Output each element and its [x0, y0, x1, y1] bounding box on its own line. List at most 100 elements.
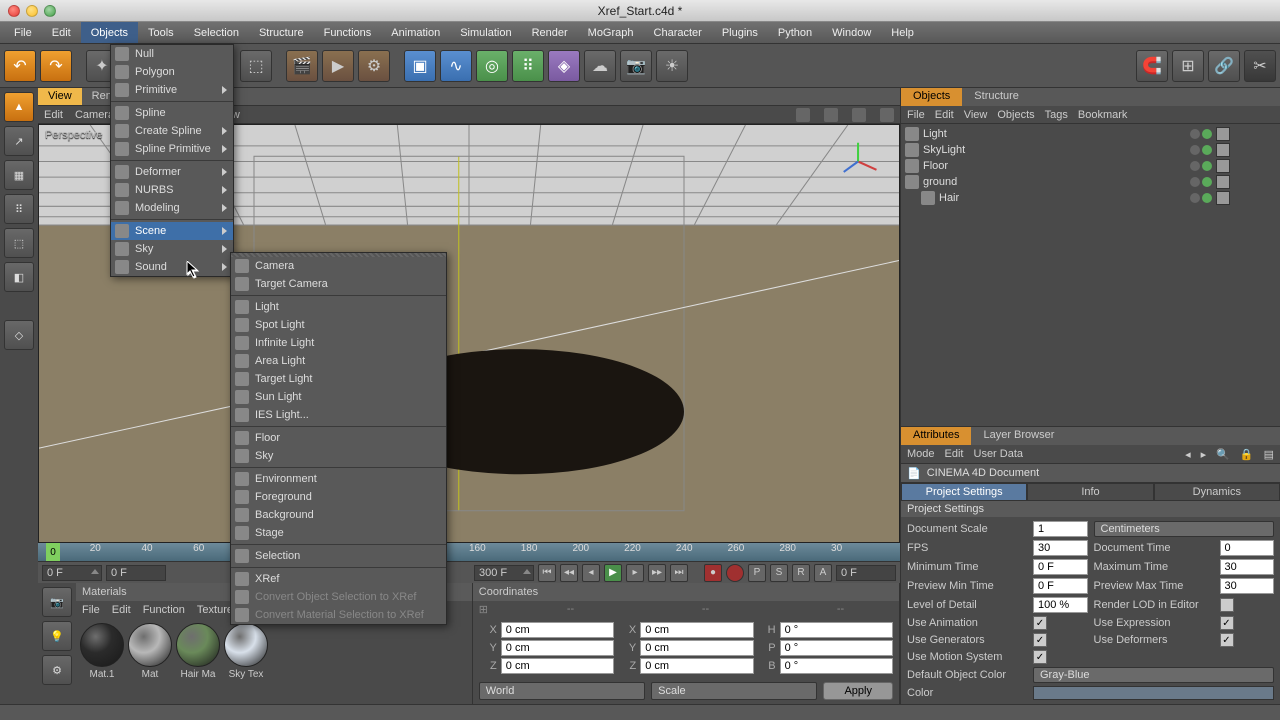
menu-item-nurbs[interactable]: NURBS [111, 181, 233, 199]
menu-window[interactable]: Window [822, 22, 881, 43]
coord-input[interactable]: 0 cm [501, 640, 614, 656]
key-rot-button[interactable]: R [792, 564, 810, 582]
key-param-button[interactable]: A [814, 564, 832, 582]
menu-python[interactable]: Python [768, 22, 822, 43]
timeline-playhead[interactable]: 0 [46, 543, 60, 561]
coords-scale-select[interactable]: Scale [651, 682, 817, 700]
menu-item-deformer[interactable]: Deformer [111, 163, 233, 181]
min-time-input[interactable]: 0 F [1033, 559, 1088, 575]
object-axis-mode-button[interactable]: ↗ [4, 126, 34, 156]
menu-animation[interactable]: Animation [381, 22, 450, 43]
add-spline-button[interactable]: ∿ [440, 50, 472, 82]
add-deformer-button[interactable]: ◈ [548, 50, 580, 82]
info-subtab[interactable]: Info [1027, 483, 1153, 501]
close-window-button[interactable] [8, 5, 20, 17]
use-anim-checkbox[interactable]: ✓ [1033, 616, 1047, 630]
add-camera-button[interactable]: 📷 [620, 50, 652, 82]
menu-item-sound[interactable]: Sound [111, 258, 233, 276]
edge-mode-button[interactable]: ⬚ [4, 228, 34, 258]
coord-input[interactable]: 0 ° [780, 640, 893, 656]
menu-item-ies-light-[interactable]: IES Light... [231, 406, 446, 424]
object-row[interactable]: Floor [905, 158, 1276, 174]
object-row[interactable]: Light [905, 126, 1276, 142]
use-def-checkbox[interactable]: ✓ [1220, 633, 1234, 647]
use-motion-checkbox[interactable]: ✓ [1033, 650, 1047, 664]
materials-menu-file[interactable]: File [82, 604, 100, 616]
object-visibility-dots[interactable] [1172, 161, 1212, 171]
goto-start-button[interactable]: ⏮ [538, 564, 556, 582]
menu-selection[interactable]: Selection [184, 22, 249, 43]
material-item[interactable]: Mat.1 [80, 623, 124, 680]
color-swatch[interactable] [1033, 686, 1274, 700]
attr-new-icon[interactable]: ▤ [1264, 448, 1274, 461]
menu-item-sun-light[interactable]: Sun Light [231, 388, 446, 406]
play-button[interactable]: ▶ [604, 564, 622, 582]
menu-item-scene[interactable]: Scene [111, 222, 233, 240]
max-time-input[interactable]: 30 [1220, 559, 1275, 575]
viewport-nav-icon[interactable] [824, 108, 838, 122]
timeline-ruler[interactable]: 0 20 40 60 160 180 200 220 240 260 280 3… [38, 543, 900, 561]
menu-item-target-camera[interactable]: Target Camera [231, 275, 446, 293]
dynamics-subtab[interactable]: Dynamics [1154, 483, 1280, 501]
object-row[interactable]: Hair [905, 190, 1276, 206]
attr-lock-icon[interactable]: 🔒 [1240, 448, 1254, 461]
view-tab[interactable]: View [38, 88, 82, 105]
enable-axis-button[interactable]: ◇ [4, 320, 34, 350]
menu-functions[interactable]: Functions [314, 22, 382, 43]
coord-input[interactable]: 0 ° [780, 658, 893, 674]
menu-item-sky[interactable]: Sky [111, 240, 233, 258]
use-gen-checkbox[interactable]: ✓ [1033, 633, 1047, 647]
prev-frame-button[interactable]: ◂ [582, 564, 600, 582]
objects-tab[interactable]: Objects [901, 88, 962, 106]
menu-character[interactable]: Character [644, 22, 712, 43]
add-cube-button[interactable]: ▣ [404, 50, 436, 82]
menu-help[interactable]: Help [881, 22, 924, 43]
obj-menu-objects[interactable]: Objects [997, 109, 1034, 121]
menu-edit[interactable]: Edit [42, 22, 81, 43]
menu-item-selection[interactable]: Selection [231, 547, 446, 565]
key-scale-button[interactable]: S [770, 564, 788, 582]
point-mode-button[interactable]: ⠿ [4, 194, 34, 224]
camera-tool-button[interactable]: 📷 [42, 587, 72, 617]
timeline-start-field[interactable]: 0 F [42, 565, 102, 581]
attributes-tab[interactable]: Attributes [901, 427, 971, 445]
doc-time-input[interactable]: 0 [1220, 540, 1275, 556]
menu-item-target-light[interactable]: Target Light [231, 370, 446, 388]
menu-item-primitive[interactable]: Primitive [111, 81, 233, 99]
coords-world-select[interactable]: World [479, 682, 645, 700]
menu-item-null[interactable]: Null [111, 45, 233, 63]
attr-menu-userdata[interactable]: User Data [974, 448, 1024, 460]
redo-button[interactable]: ↷ [40, 50, 72, 82]
menu-item-foreground[interactable]: Foreground [231, 488, 446, 506]
coord-input[interactable]: 0 cm [501, 658, 614, 674]
coord-input[interactable]: 0 cm [640, 658, 753, 674]
doc-scale-input[interactable]: 1 [1033, 521, 1088, 537]
attr-search-icon[interactable]: 🔍 [1216, 448, 1230, 461]
object-visibility-dots[interactable] [1172, 145, 1212, 155]
object-tags[interactable] [1216, 191, 1276, 205]
next-frame-button[interactable]: ▸ [626, 564, 644, 582]
undo-button[interactable]: ↶ [4, 50, 36, 82]
timeline-current-field[interactable]: 0 F [106, 565, 166, 581]
menu-item-area-light[interactable]: Area Light [231, 352, 446, 370]
menu-mograph[interactable]: MoGraph [578, 22, 644, 43]
prev-min-input[interactable]: 0 F [1033, 578, 1088, 594]
coord-input[interactable]: 0 cm [501, 622, 614, 638]
viewport-nav-icon[interactable] [880, 108, 894, 122]
menu-plugins[interactable]: Plugins [712, 22, 768, 43]
object-tags[interactable] [1216, 175, 1276, 189]
attr-menu-edit[interactable]: Edit [945, 448, 964, 460]
materials-menu-edit[interactable]: Edit [112, 604, 131, 616]
coord-system-toggle[interactable]: ⬚ [240, 50, 272, 82]
prev-max-input[interactable]: 30 [1220, 578, 1275, 594]
attr-nav-back-icon[interactable]: ◂ [1185, 448, 1191, 461]
coord-input[interactable]: 0 cm [640, 640, 753, 656]
object-row[interactable]: ground [905, 174, 1276, 190]
obj-menu-view[interactable]: View [964, 109, 988, 121]
menu-item-spline-primitive[interactable]: Spline Primitive [111, 140, 233, 158]
link-button[interactable]: 🔗 [1208, 50, 1240, 82]
menu-structure[interactable]: Structure [249, 22, 314, 43]
menu-file[interactable]: File [4, 22, 42, 43]
use-expr-checkbox[interactable]: ✓ [1220, 616, 1234, 630]
menu-item-infinite-light[interactable]: Infinite Light [231, 334, 446, 352]
